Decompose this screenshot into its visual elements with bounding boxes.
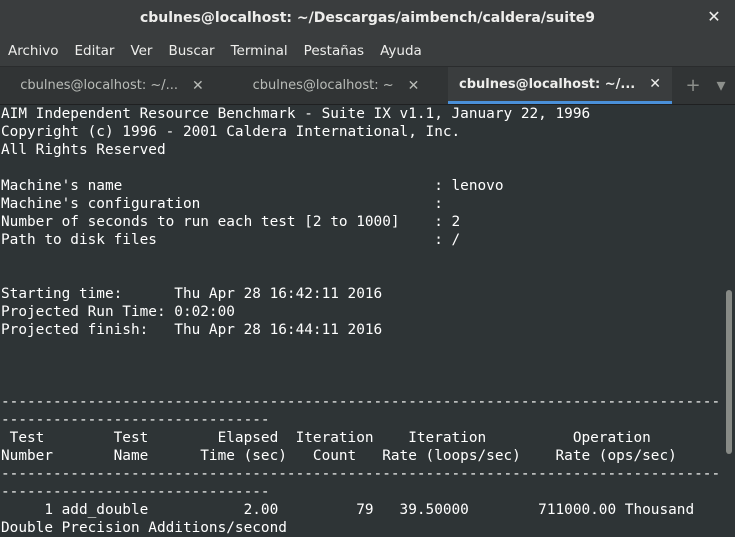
menu-archivo[interactable]: Archivo [0, 36, 66, 66]
terminal-line: Projected Run Time: 0:02:00 [1, 304, 235, 320]
terminal-line: Double Precision Additions/second [1, 520, 287, 536]
terminal-lines: AIM Independent Resource Benchmark - Sui… [0, 105, 722, 537]
tab-2-close-icon[interactable]: ✕ [408, 78, 420, 94]
tab-1-label: cbulnes@localhost: ~/... [20, 78, 179, 93]
menu-ver[interactable]: Ver [122, 36, 160, 66]
terminal-line: ----------------------------------------… [1, 394, 722, 410]
terminal-line: 1 add_double 2.00 79 39.50000 711000.00 … [1, 502, 695, 518]
tab-2-label: cbulnes@localhost: ~ [252, 78, 394, 93]
menu-terminal[interactable]: Terminal [223, 36, 296, 66]
menu-ayuda[interactable]: Ayuda [372, 36, 430, 66]
tab-bar: cbulnes@localhost: ~/... ✕ cbulnes@local… [0, 67, 735, 105]
terminal-line: Test Test Elapsed Iteration Iteration Op… [1, 430, 651, 446]
terminal-line: Machine's name : lenovo [1, 178, 504, 194]
tab-controls: + ▾ [672, 67, 735, 104]
terminal-line: ------------------------------- [1, 412, 270, 428]
window-titlebar: cbulnes@localhost: ~/Descargas/aimbench/… [0, 0, 735, 36]
menu-bar: Archivo Editar Ver Buscar Terminal Pesta… [0, 36, 735, 67]
terminal-line: Machine's configuration : [1, 196, 443, 212]
terminal-line: ------------------------------- [1, 484, 270, 500]
terminal-line: Number of seconds to run each test [2 to… [1, 214, 461, 230]
menu-editar[interactable]: Editar [66, 36, 122, 66]
tab-3-close-icon[interactable]: ✕ [649, 76, 661, 92]
terminal-output[interactable]: AIM Independent Resource Benchmark - Sui… [0, 105, 722, 537]
terminal-line: ----------------------------------------… [1, 466, 722, 482]
tab-1[interactable]: cbulnes@localhost: ~/... ✕ [0, 67, 224, 104]
menu-buscar[interactable]: Buscar [160, 36, 222, 66]
tab-3-label: cbulnes@localhost: ~/... [459, 76, 636, 92]
terminal-line: Copyright (c) 1996 - 2001 Caldera Intern… [1, 124, 461, 140]
new-tab-icon[interactable]: + [679, 75, 707, 96]
window-title: cbulnes@localhost: ~/Descargas/aimbench/… [139, 10, 596, 26]
terminal-line: All Rights Reserved [1, 142, 166, 158]
tab-3[interactable]: cbulnes@localhost: ~/... ✕ [448, 67, 672, 104]
terminal-line: Projected finish: Thu Apr 28 16:44:11 20… [1, 322, 383, 338]
menu-pestanas[interactable]: Pestañas [296, 36, 372, 66]
close-window-icon[interactable]: ✕ [705, 8, 723, 26]
terminal-line: Path to disk files : / [1, 232, 461, 248]
scrollbar-thumb[interactable] [726, 290, 732, 454]
terminal-line: Starting time: Thu Apr 28 16:42:11 2016 [1, 286, 383, 302]
terminal-line: AIM Independent Resource Benchmark - Sui… [1, 106, 591, 122]
tab-menu-chevron-icon[interactable]: ▾ [707, 75, 735, 96]
tab-2[interactable]: cbulnes@localhost: ~ ✕ [224, 67, 448, 104]
tab-1-close-icon[interactable]: ✕ [192, 78, 204, 94]
terminal-line: Number Name Time (sec) Count Rate (loops… [1, 448, 677, 464]
